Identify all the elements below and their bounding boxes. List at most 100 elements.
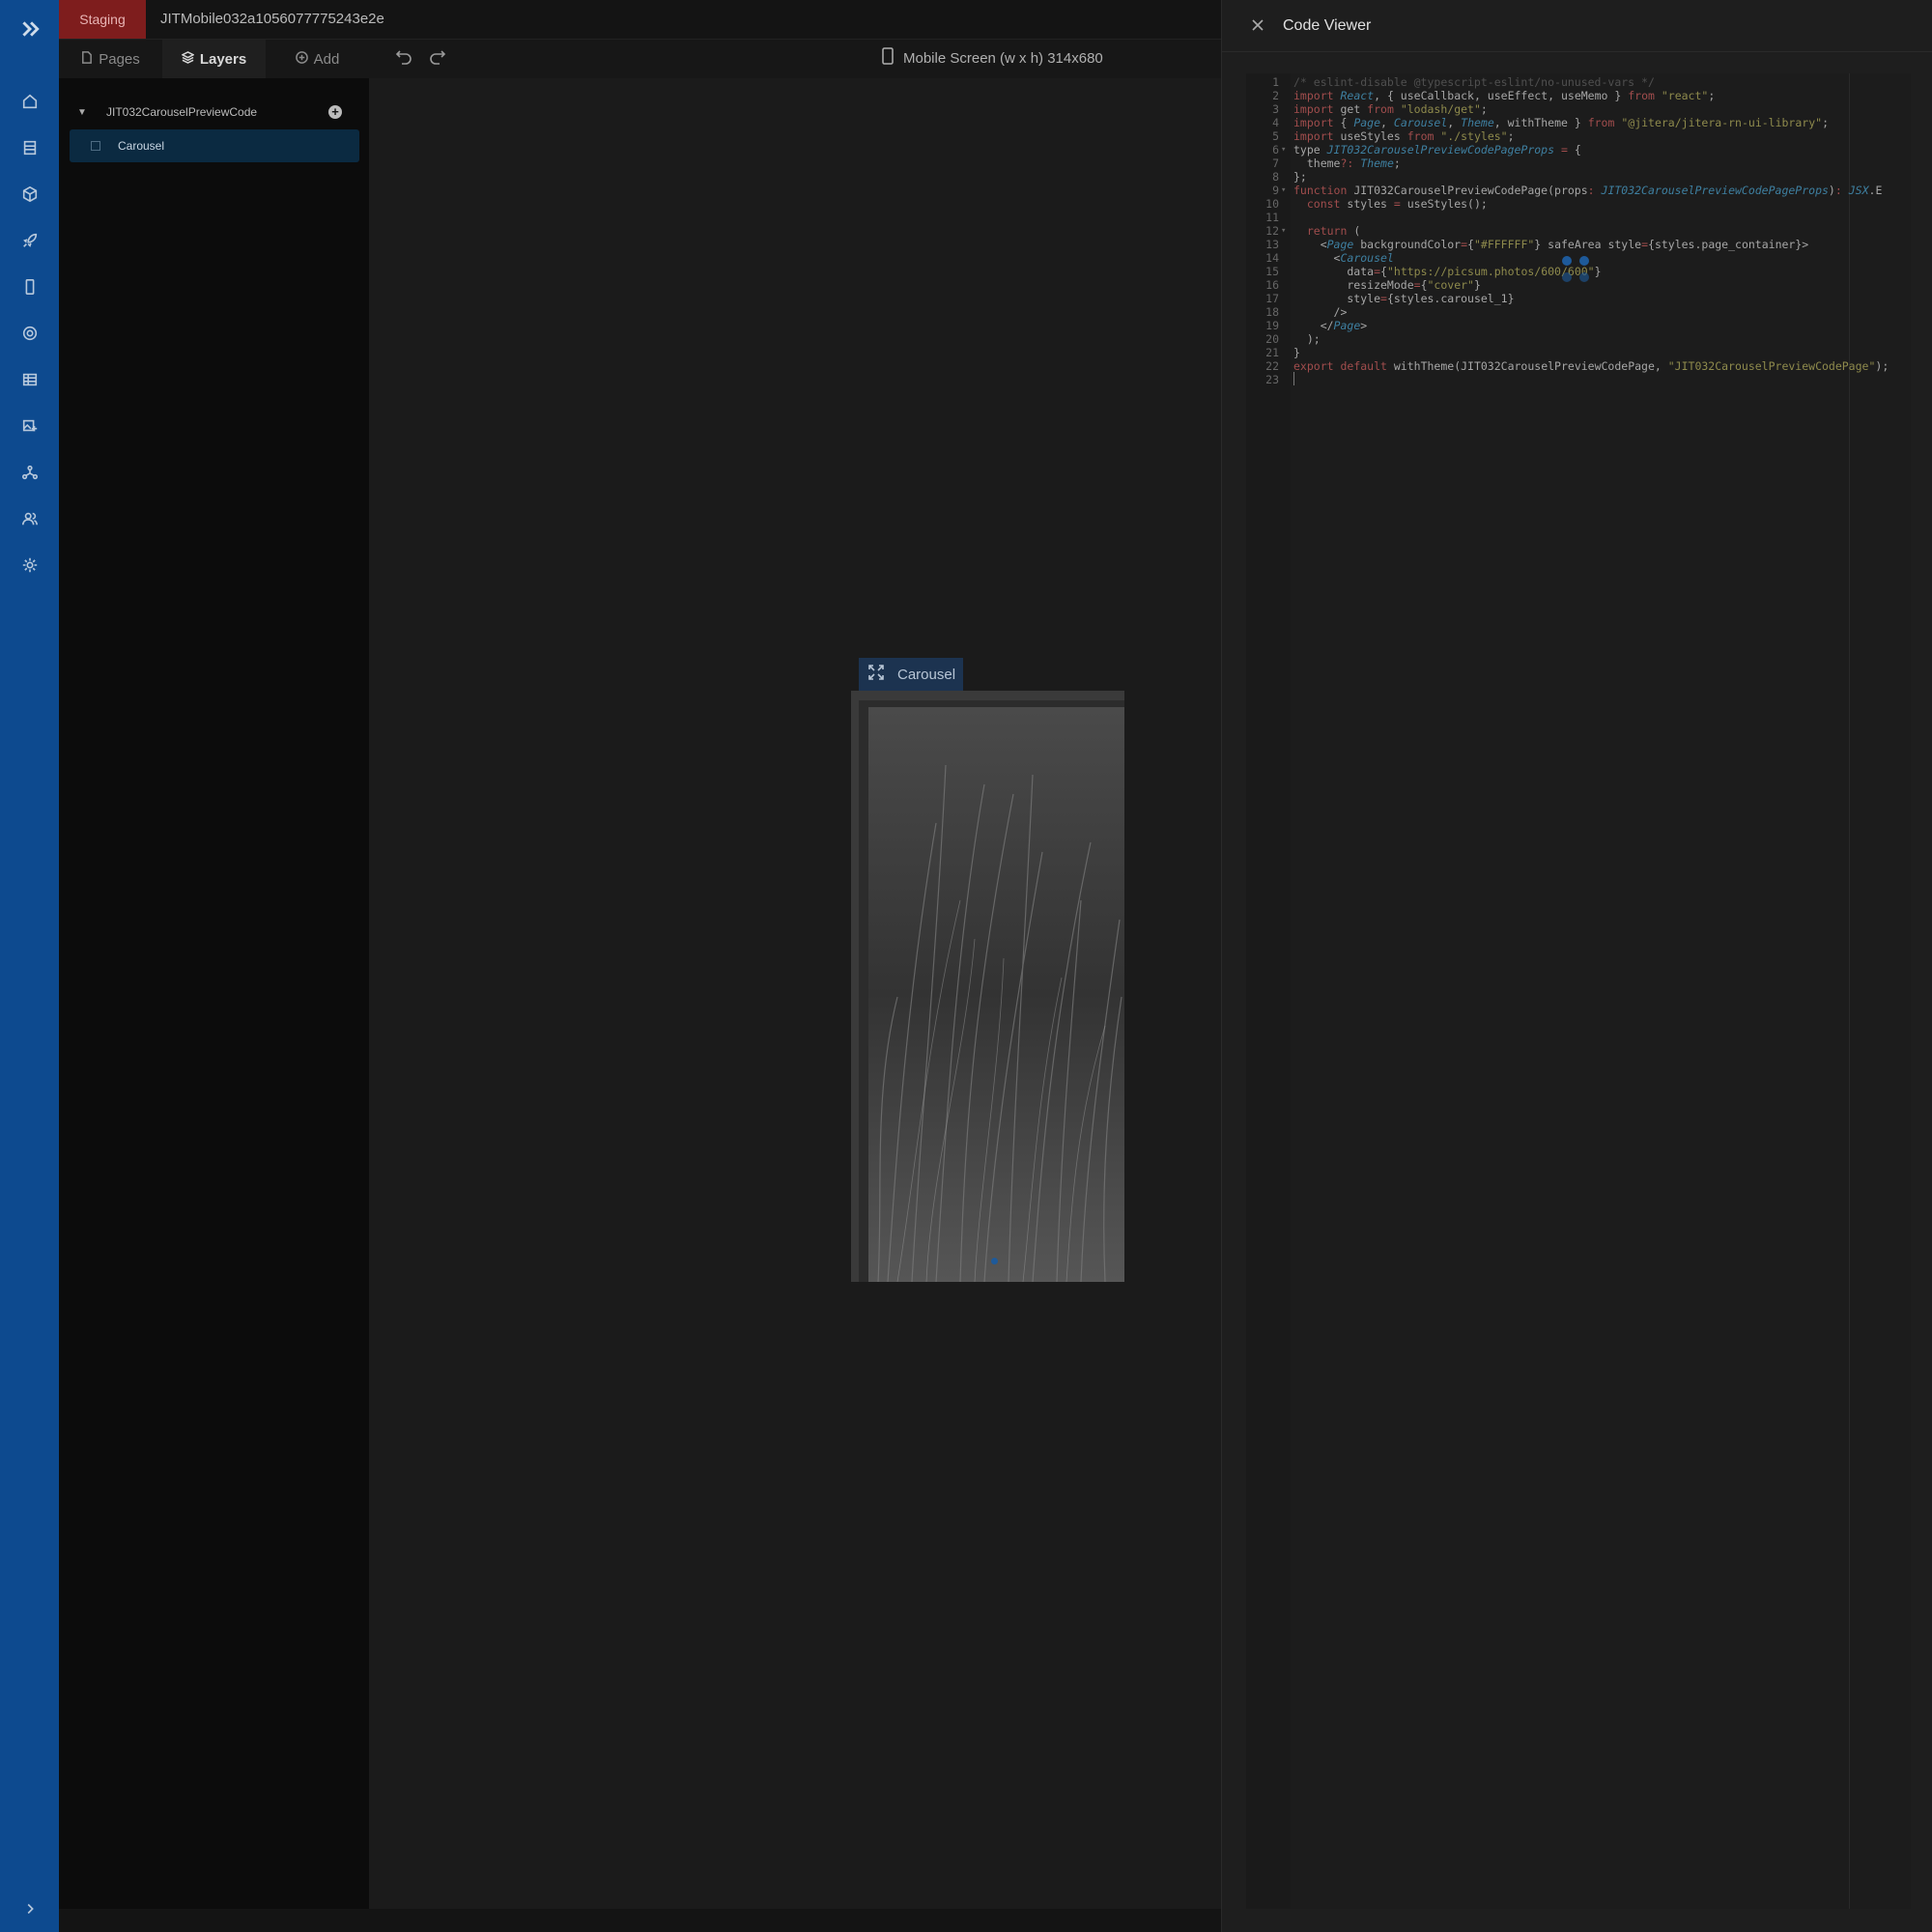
line-number: 16	[1265, 278, 1279, 292]
layers-icon	[181, 50, 195, 68]
close-icon[interactable]	[1248, 15, 1267, 35]
project-name: JITMobile032a1056077775243e2e	[160, 11, 384, 27]
tab-pages[interactable]: Pages	[59, 40, 161, 78]
loading-spinner-dot	[1579, 272, 1589, 282]
cube-icon[interactable]	[14, 179, 45, 210]
fold-toggle-icon[interactable]: ▾	[1281, 143, 1286, 156]
fullscreen-icon[interactable]	[868, 665, 884, 684]
browser-icon[interactable]	[14, 318, 45, 349]
image-add-icon[interactable]	[14, 411, 45, 441]
line-number: 11	[1265, 211, 1279, 224]
code-viewer-title: Code Viewer	[1283, 17, 1372, 34]
tab-layers[interactable]: Layers	[162, 40, 266, 78]
line-number: 19	[1265, 319, 1279, 332]
line-number: 3	[1272, 102, 1279, 116]
rocket-icon[interactable]	[14, 225, 45, 256]
code-line[interactable]: return (	[1293, 224, 1360, 238]
code-line[interactable]: /* eslint-disable @typescript-eslint/no-…	[1293, 75, 1655, 89]
text-cursor	[1293, 372, 1294, 385]
loading-spinner-dot	[1562, 272, 1572, 282]
carousel-indicator-dot[interactable]	[991, 1258, 998, 1264]
line-number: 20	[1265, 332, 1279, 346]
layer-item-label: Carousel	[118, 139, 165, 153]
code-line[interactable]: import useStyles from "./styles";	[1293, 129, 1515, 143]
undo-icon[interactable]	[394, 46, 415, 68]
frame-label[interactable]: Carousel	[859, 658, 963, 691]
line-number: 1	[1272, 75, 1279, 89]
fold-toggle-icon[interactable]: ▾	[1281, 184, 1286, 197]
line-number: 6	[1272, 143, 1279, 156]
expand-chevrons-icon[interactable]	[14, 14, 45, 44]
line-number: 23	[1265, 373, 1279, 386]
code-editor[interactable]	[1246, 73, 1911, 1909]
left-nav-rail	[0, 0, 59, 1932]
line-number: 21	[1265, 346, 1279, 359]
mobile-icon[interactable]	[14, 271, 45, 302]
network-icon[interactable]	[14, 457, 45, 488]
line-number: 17	[1265, 292, 1279, 305]
carousel-image[interactable]	[868, 707, 1124, 1282]
environment-badge[interactable]: Staging	[59, 0, 146, 39]
layers-panel	[59, 78, 370, 1909]
line-number: 22	[1265, 359, 1279, 373]
layer-tree-root[interactable]: ▼ JIT032CarouselPreviewCode	[77, 100, 357, 124]
add-circle-icon	[295, 50, 308, 68]
code-line[interactable]: export default withTheme(JIT032CarouselP…	[1293, 359, 1889, 373]
code-line[interactable]: import get from "lodash/get";	[1293, 102, 1488, 116]
mobile-device-icon	[882, 47, 894, 69]
frame-label-text: Carousel	[897, 666, 956, 683]
code-line[interactable]: const styles = useStyles();	[1293, 197, 1488, 211]
home-icon[interactable]	[14, 86, 45, 117]
tab-layers-label: Layers	[199, 50, 247, 68]
code-line[interactable]: data={"https://picsum.photos/600/600"}	[1293, 265, 1601, 278]
line-number: 13	[1265, 238, 1279, 251]
redo-icon[interactable]	[428, 46, 449, 68]
table-icon[interactable]	[14, 364, 45, 395]
line-number: 18	[1265, 305, 1279, 319]
layer-root-label: JIT032CarouselPreviewCode	[106, 105, 258, 119]
code-line[interactable]: style={styles.carousel_1}	[1293, 292, 1514, 305]
settings-gear-icon[interactable]	[14, 550, 45, 581]
device-selector[interactable]: Mobile Screen (w x h) 314x680	[882, 47, 1103, 69]
line-number: 4	[1272, 116, 1279, 129]
loading-spinner-dot	[1562, 256, 1572, 266]
add-layer-icon[interactable]: +	[328, 105, 342, 119]
line-number: 10	[1265, 197, 1279, 211]
line-number: 5	[1272, 129, 1279, 143]
code-line[interactable]: </Page>	[1293, 319, 1368, 332]
code-line[interactable]: <Page backgroundColor={"#FFFFFF"} safeAr…	[1293, 238, 1809, 251]
code-line[interactable]: type JIT032CarouselPreviewCodePageProps …	[1293, 143, 1581, 156]
code-line[interactable]: }	[1293, 346, 1300, 359]
code-line[interactable]: import { Page, Carousel, Theme, withThem…	[1293, 116, 1829, 129]
line-number: 9	[1272, 184, 1279, 197]
code-line[interactable]: };	[1293, 170, 1307, 184]
code-line[interactable]: resizeMode={"cover"}	[1293, 278, 1481, 292]
code-line[interactable]: <Carousel	[1293, 251, 1394, 265]
code-line[interactable]: import React, { useCallback, useEffect, …	[1293, 89, 1715, 102]
line-number: 2	[1272, 89, 1279, 102]
line-number: 7	[1272, 156, 1279, 170]
line-number: 14	[1265, 251, 1279, 265]
line-number: 8	[1272, 170, 1279, 184]
page-icon	[80, 50, 93, 68]
status-strip	[59, 1909, 1221, 1932]
database-icon[interactable]	[14, 132, 45, 163]
component-icon	[91, 141, 100, 151]
line-number: 15	[1265, 265, 1279, 278]
tab-pages-label: Pages	[99, 50, 140, 68]
loading-spinner-dot	[1579, 256, 1589, 266]
chevron-right-icon[interactable]	[14, 1893, 45, 1924]
line-number: 12	[1265, 224, 1279, 238]
print-margin-line	[1849, 73, 1850, 1909]
code-line[interactable]: function JIT032CarouselPreviewCodePage(p…	[1293, 184, 1882, 197]
fold-toggle-icon[interactable]: ▾	[1281, 224, 1286, 238]
code-line[interactable]: />	[1293, 305, 1348, 319]
device-label: Mobile Screen (w x h) 314x680	[903, 49, 1103, 67]
tab-add-label: Add	[313, 50, 340, 68]
code-line[interactable]: );	[1293, 332, 1321, 346]
caret-down-icon[interactable]: ▼	[77, 107, 93, 118]
code-line[interactable]: theme?: Theme;	[1293, 156, 1401, 170]
tab-add[interactable]: Add	[267, 40, 368, 78]
layer-item-carousel[interactable]: Carousel	[70, 129, 359, 162]
users-icon[interactable]	[14, 503, 45, 534]
